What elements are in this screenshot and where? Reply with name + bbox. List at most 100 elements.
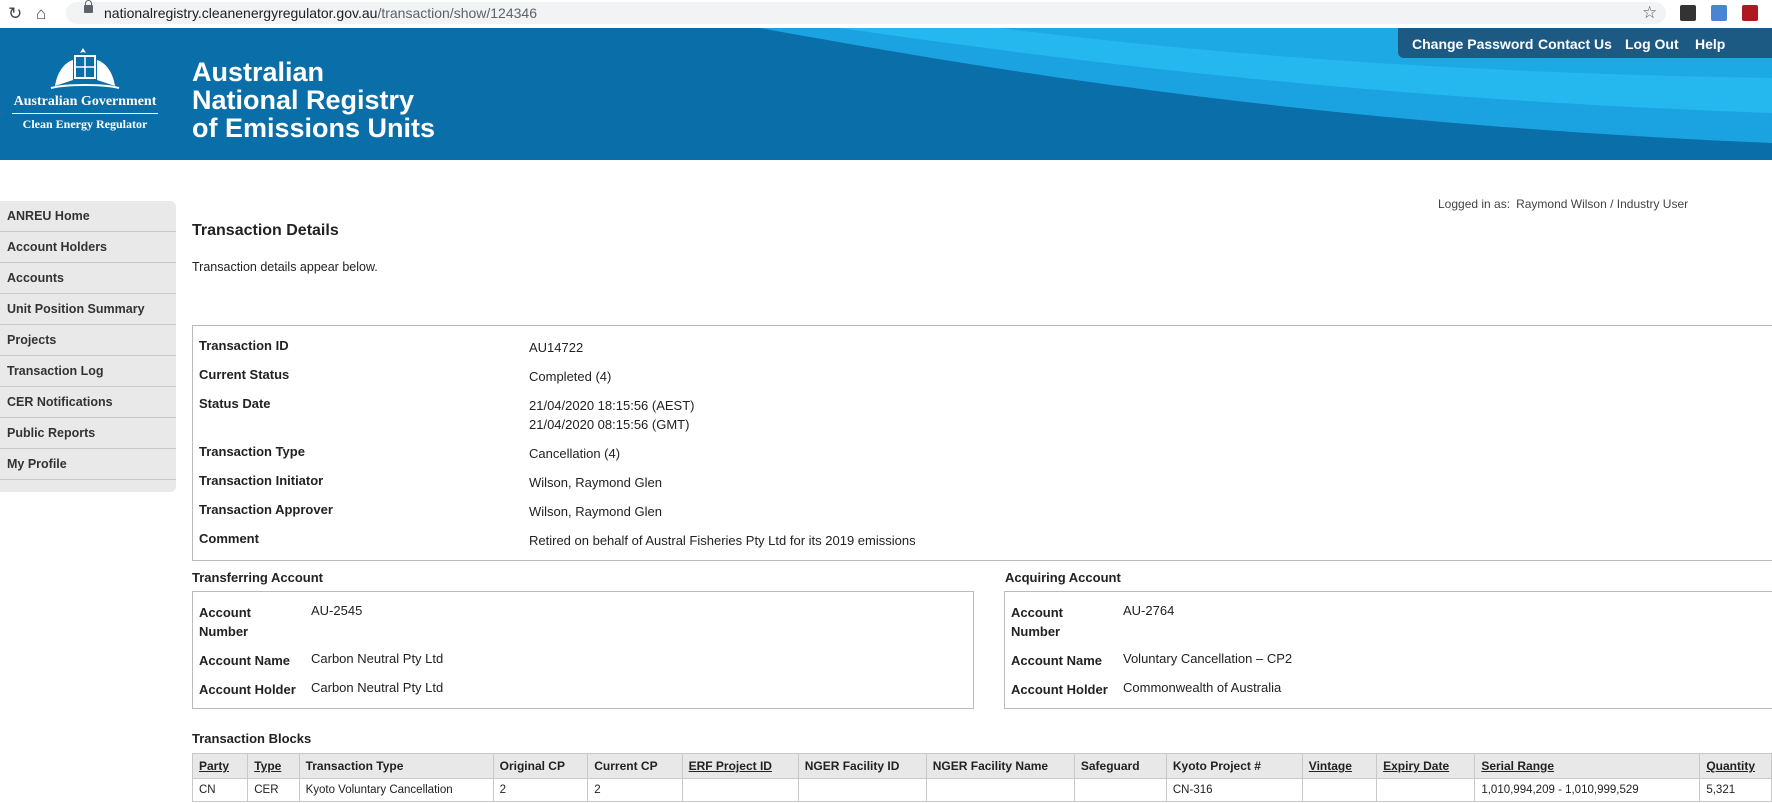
cell-expiry-date xyxy=(1376,778,1476,802)
sidebar-nav: ANREU Home Account Holders Accounts Unit… xyxy=(0,201,176,492)
label-line: Account xyxy=(1011,605,1063,620)
column-header-nger-facility-id: NGER Facility ID xyxy=(797,753,927,779)
account-name-value: Voluntary Cancellation – CP2 xyxy=(1123,651,1293,666)
page-intro: Transaction details appear below. xyxy=(192,260,378,274)
account-holder-label: Account Holder xyxy=(1011,682,1108,697)
cell-party: CN xyxy=(191,778,249,802)
cell-type: CER xyxy=(247,778,300,802)
agency-name: Clean Energy Regulator xyxy=(22,117,148,131)
column-header-serial-range[interactable]: Serial Range xyxy=(1474,753,1701,779)
transaction-details-panel: Transaction ID AU14722 Current Status Co… xyxy=(192,325,1772,561)
column-header-safeguard: Safeguard xyxy=(1073,753,1167,779)
column-header-kyoto-project: Kyoto Project # xyxy=(1165,753,1303,779)
sidebar-item-my-profile[interactable]: My Profile xyxy=(0,449,176,480)
transferring-account-panel: Account Number AU-2545 Account Name Carbo… xyxy=(192,591,974,709)
reload-icon[interactable]: ↻ xyxy=(8,4,22,24)
account-number-value: AU-2764 xyxy=(1123,603,1175,618)
cell-nger-facility-id xyxy=(797,778,927,802)
status-date-gmt: 21/04/2020 08:15:56 (GMT) xyxy=(529,417,690,432)
column-header-erf-project-id[interactable]: ERF Project ID xyxy=(681,753,799,779)
account-number-value: AU-2545 xyxy=(311,603,363,618)
transaction-blocks-table: Party Type Transaction Type Original CP … xyxy=(191,753,1772,802)
column-header-type[interactable]: Type xyxy=(247,753,300,779)
account-name-label: Account Name xyxy=(199,653,291,668)
home-icon[interactable]: ⌂ xyxy=(36,4,46,24)
cell-transaction-type: Kyoto Voluntary Cancellation xyxy=(298,778,494,802)
bookmark-star-icon[interactable]: ☆ xyxy=(1642,3,1657,23)
detail-value: 21/04/2020 18:15:56 (AEST) 21/04/2020 08… xyxy=(529,396,1329,434)
translate-extension-icon[interactable] xyxy=(1711,5,1727,21)
table-row: CN CER Kyoto Voluntary Cancellation 2 2 … xyxy=(191,778,1772,802)
detail-label: Status Date xyxy=(199,396,271,411)
detail-value: Wilson, Raymond Glen xyxy=(529,475,662,490)
sidebar-item-unit-position-summary[interactable]: Unit Position Summary xyxy=(0,294,176,325)
status-date-aest: 21/04/2020 18:15:56 (AEST) xyxy=(529,398,695,413)
detail-label: Transaction Type xyxy=(199,444,305,459)
cell-kyoto-project: CN-316 xyxy=(1165,778,1303,802)
cell-current-cp: 2 xyxy=(587,778,683,802)
column-header-nger-facility-name: NGER Facility Name xyxy=(925,753,1075,779)
extension-icon[interactable] xyxy=(1680,5,1696,21)
account-holder-value: Carbon Neutral Pty Ltd xyxy=(311,680,444,695)
url-host: nationalregistry.cleanenergyregulator.go… xyxy=(104,5,378,21)
help-link[interactable]: Help xyxy=(1695,36,1725,52)
log-out-link[interactable]: Log Out xyxy=(1625,36,1679,52)
account-holder-label: Account Holder xyxy=(199,682,296,697)
cell-original-cp: 2 xyxy=(492,778,589,802)
detail-value: Completed (4) xyxy=(529,369,612,384)
url-text[interactable]: nationalregistry.cleanenergyregulator.go… xyxy=(104,5,537,21)
label-line: Account xyxy=(199,605,251,620)
logged-in-user: Raymond Wilson / Industry User xyxy=(1516,197,1689,211)
column-header-expiry-date[interactable]: Expiry Date xyxy=(1376,753,1476,779)
url-path: /transaction/show/124346 xyxy=(377,5,537,21)
account-number-label: Account Number xyxy=(199,603,299,641)
site-title-line-2: National Registry xyxy=(192,85,415,115)
label-line: Number xyxy=(1011,624,1061,639)
crest-divider xyxy=(12,113,158,114)
detail-value: Wilson, Raymond Glen xyxy=(529,504,662,519)
detail-label: Comment xyxy=(199,531,259,546)
column-header-vintage[interactable]: Vintage xyxy=(1301,753,1378,779)
cell-safeguard xyxy=(1073,778,1167,802)
cell-serial-range: 1,010,994,209 - 1,010,999,529 xyxy=(1474,778,1701,802)
column-header-transaction-type: Transaction Type xyxy=(298,753,494,779)
page-title: Transaction Details xyxy=(192,222,339,239)
site-title[interactable]: Australian National Registry of Emission… xyxy=(192,58,435,142)
detail-label: Transaction ID xyxy=(199,338,289,353)
column-header-current-cp: Current CP xyxy=(587,753,683,779)
cell-vintage xyxy=(1301,778,1378,802)
sidebar-item-projects[interactable]: Projects xyxy=(0,325,176,356)
account-number-label: Account Number xyxy=(1011,603,1111,641)
detail-value: Retired on behalf of Austral Fisheries P… xyxy=(529,533,916,548)
detail-label: Transaction Approver xyxy=(199,502,333,517)
account-holder-value: Commonwealth of Australia xyxy=(1123,680,1282,695)
sidebar-item-public-reports[interactable]: Public Reports xyxy=(0,418,176,449)
logged-in-status: Logged in as: Raymond Wilson / Industry U… xyxy=(1438,197,1688,211)
site-title-line-1: Australian xyxy=(192,57,325,87)
column-header-quantity[interactable]: Quantity xyxy=(1699,753,1772,779)
pdf-extension-icon[interactable] xyxy=(1742,5,1758,21)
sidebar-item-anreu-home[interactable]: ANREU Home xyxy=(0,201,176,232)
detail-label: Current Status xyxy=(199,367,290,382)
sidebar-item-accounts[interactable]: Accounts xyxy=(0,263,176,294)
label-line: Number xyxy=(199,624,249,639)
browser-toolbar: ↻ ⌂ nationalregistry.cleanenergyregulato… xyxy=(0,0,1772,29)
government-crest[interactable]: Australian Government Clean Energy Regul… xyxy=(10,46,160,132)
column-header-party[interactable]: Party xyxy=(191,753,249,779)
transaction-blocks-title: Transaction Blocks xyxy=(192,731,312,746)
table-header-row: Party Type Transaction Type Original CP … xyxy=(191,753,1772,779)
sidebar-item-transaction-log[interactable]: Transaction Log xyxy=(0,356,176,387)
acquiring-account-panel: Account Number AU-2764 Account Name Volun… xyxy=(1004,591,1772,709)
lock-icon[interactable] xyxy=(84,0,93,13)
sidebar-item-account-holders[interactable]: Account Holders xyxy=(0,232,176,263)
sidebar-item-cer-notifications[interactable]: CER Notifications xyxy=(0,387,176,418)
gov-name: Australian Government xyxy=(13,94,157,109)
detail-label: Transaction Initiator xyxy=(199,473,324,488)
cell-nger-facility-name xyxy=(925,778,1075,802)
account-name-label: Account Name xyxy=(1011,653,1103,668)
contact-us-link[interactable]: Contact Us xyxy=(1538,36,1612,52)
coat-of-arms-icon xyxy=(50,48,120,89)
detail-value: AU14722 xyxy=(529,340,584,355)
change-password-link[interactable]: Change Password xyxy=(1412,36,1533,52)
logged-in-label: Logged in as: xyxy=(1438,197,1511,211)
